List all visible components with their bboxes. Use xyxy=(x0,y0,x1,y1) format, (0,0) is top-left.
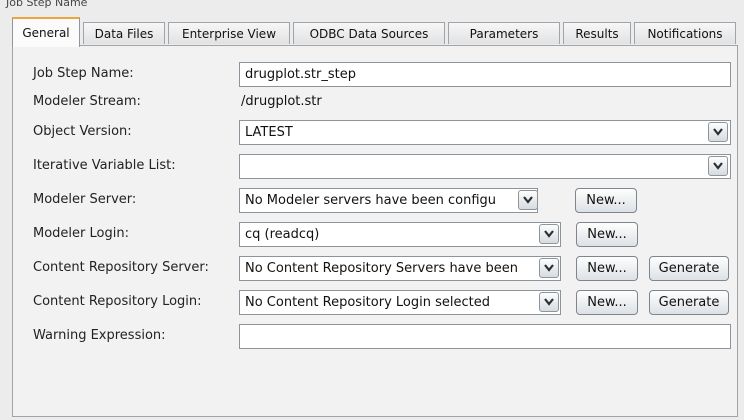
iterative-variable-list-select[interactable] xyxy=(239,154,731,179)
content-repository-login-select[interactable]: No Content Repository Login selected xyxy=(239,290,561,315)
modeler-stream-value: /drugplot.str xyxy=(241,94,322,109)
content-repository-server-label: Content Repository Server: xyxy=(33,260,209,275)
content-repository-server-generate-button[interactable]: Generate xyxy=(649,256,729,281)
chevron-down-icon[interactable] xyxy=(539,224,559,244)
tab-notifications[interactable]: Notifications xyxy=(634,22,736,44)
modeler-server-select[interactable]: No Modeler servers have been configu xyxy=(239,188,538,213)
job-step-properties-window: Job Step Name General Data Files Enterpr… xyxy=(0,0,744,420)
chevron-down-icon[interactable] xyxy=(708,156,728,176)
content-repository-login-new-button[interactable]: New... xyxy=(576,290,638,315)
tab-odbc-data-sources[interactable]: ODBC Data Sources xyxy=(293,22,445,44)
chevron-down-icon[interactable] xyxy=(708,122,728,142)
tab-results[interactable]: Results xyxy=(563,22,631,44)
warning-expression-input[interactable] xyxy=(239,324,731,349)
chevron-down-icon[interactable] xyxy=(539,258,559,278)
tab-enterprise-view[interactable]: Enterprise View xyxy=(168,22,290,44)
content-repository-login-generate-button[interactable]: Generate xyxy=(649,290,729,315)
general-tab-panel: Job Step Name: drugplot.str_step Modeler… xyxy=(12,45,738,417)
iterative-variable-list-label: Iterative Variable List: xyxy=(33,158,176,173)
clipped-header-text: Job Step Name xyxy=(0,0,744,12)
modeler-login-new-button[interactable]: New... xyxy=(576,222,638,247)
content-repository-login-label: Content Repository Login: xyxy=(33,294,202,309)
clipped-header-label: Job Step Name xyxy=(6,0,88,9)
job-step-name-label: Job Step Name: xyxy=(33,66,134,81)
content-repository-server-select[interactable]: No Content Repository Servers have been xyxy=(239,256,561,281)
chevron-down-icon[interactable] xyxy=(518,190,538,210)
modeler-login-label: Modeler Login: xyxy=(33,226,129,241)
object-version-select[interactable]: LATEST xyxy=(239,120,731,145)
object-version-value: LATEST xyxy=(245,125,293,140)
modeler-server-new-button[interactable]: New... xyxy=(575,188,637,213)
modeler-stream-label: Modeler Stream: xyxy=(33,94,141,109)
tab-data-files[interactable]: Data Files xyxy=(83,22,165,44)
modeler-server-value: No Modeler servers have been configu xyxy=(245,193,497,208)
job-step-name-input[interactable]: drugplot.str_step xyxy=(239,62,731,87)
content-repository-server-new-button[interactable]: New... xyxy=(576,256,638,281)
content-repository-login-value: No Content Repository Login selected xyxy=(245,295,490,310)
tab-general[interactable]: General xyxy=(12,17,80,47)
chevron-down-icon[interactable] xyxy=(539,292,559,312)
modeler-login-select[interactable]: cq (readcq) xyxy=(239,222,561,247)
job-step-name-value: drugplot.str_step xyxy=(245,67,356,82)
modeler-login-value: cq (readcq) xyxy=(245,227,320,242)
warning-expression-label: Warning Expression: xyxy=(33,328,166,343)
modeler-server-label: Modeler Server: xyxy=(33,192,137,207)
content-repository-server-value: No Content Repository Servers have been xyxy=(245,261,518,276)
tab-parameters[interactable]: Parameters xyxy=(448,22,560,44)
tab-strip: General Data Files Enterprise View ODBC … xyxy=(12,12,736,47)
object-version-label: Object Version: xyxy=(33,124,132,139)
